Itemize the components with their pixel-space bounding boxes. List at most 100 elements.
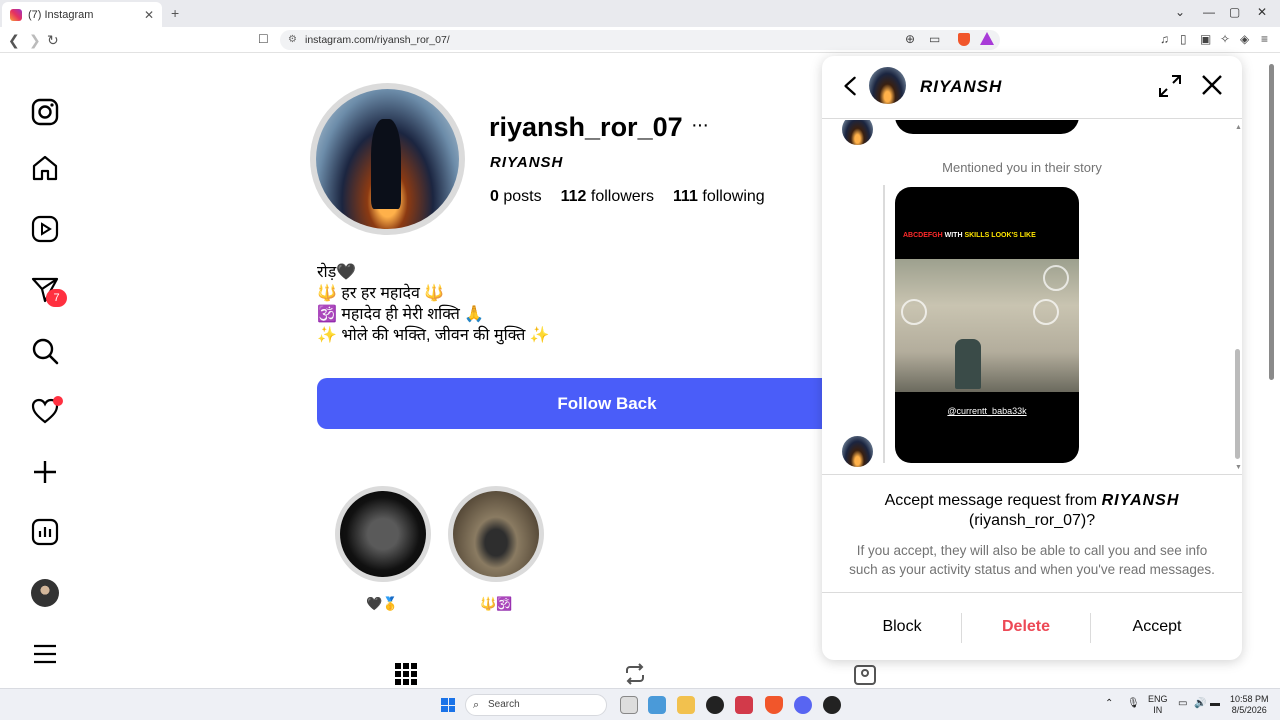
battery-icon[interactable]: ▬ bbox=[1210, 698, 1220, 709]
leo-ai-icon[interactable]: ✧ bbox=[1220, 32, 1230, 46]
back-arrow-icon[interactable] bbox=[840, 74, 862, 105]
request-description: If you accept, they will also be able to… bbox=[849, 543, 1215, 577]
profile-full-name: RIYANSH bbox=[490, 154, 564, 171]
story-highlight[interactable] bbox=[448, 486, 544, 582]
sender-avatar bbox=[842, 436, 873, 467]
reload-icon[interactable]: ↻ bbox=[47, 32, 59, 49]
clock[interactable]: 10:58 PM 8/5/2026 bbox=[1230, 694, 1269, 716]
conversation-area: Mentioned you in their story ABCDEFGH WI… bbox=[822, 120, 1242, 474]
profile-username: riyansh_ror_07 bbox=[489, 112, 683, 142]
posts-grid-icon[interactable] bbox=[394, 662, 418, 686]
following-stat[interactable]: 111 following bbox=[673, 188, 765, 206]
dashboard-icon[interactable] bbox=[30, 517, 60, 547]
app-icon[interactable] bbox=[823, 696, 841, 714]
story-preview[interactable]: ABCDEFGH WITH SKILLS LOOK'S LIKE @curren… bbox=[895, 187, 1079, 463]
back-icon[interactable]: ❮ bbox=[8, 32, 20, 49]
task-view-icon[interactable] bbox=[620, 696, 638, 714]
file-explorer-icon[interactable] bbox=[677, 696, 695, 714]
url-text: instagram.com/riyansh_ror_07/ bbox=[305, 34, 450, 46]
brave-browser-icon[interactable] bbox=[765, 696, 783, 714]
new-tab-icon[interactable]: + bbox=[171, 5, 179, 21]
dm-scrollbar[interactable]: ▲ ▼ bbox=[1235, 124, 1242, 474]
highlight-label: 🔱🕉️ bbox=[480, 596, 513, 611]
tab-search-icon[interactable]: ⌄ bbox=[1175, 5, 1185, 19]
story-game-screenshot bbox=[895, 259, 1079, 392]
bio-line: ✨ भोले की भक्ति, जीवन की मुक्ति ✨ bbox=[317, 327, 550, 344]
notifications-dot bbox=[53, 396, 63, 406]
app-icon[interactable] bbox=[735, 696, 753, 714]
page-scrollbar[interactable] bbox=[1268, 54, 1276, 686]
profile-avatar[interactable] bbox=[31, 579, 59, 607]
story-reply-line bbox=[883, 185, 885, 463]
tagged-icon[interactable] bbox=[853, 662, 877, 686]
followers-stat[interactable]: 112 followers bbox=[561, 188, 654, 206]
maximize-icon[interactable]: ▢ bbox=[1229, 5, 1240, 19]
message-request-panel: RIYANSH Mentioned you in their story ABC… bbox=[822, 56, 1242, 660]
wallet-icon[interactable]: ▣ bbox=[1200, 32, 1211, 46]
os-taskbar: ⌕ Search ⌃ 🎙 ENG IN ▭ 🔊 ▬ 10:58 PM 8/5/2… bbox=[0, 688, 1280, 720]
tray-overflow-icon[interactable]: ⌃ bbox=[1105, 698, 1113, 709]
profile-stats: 0 posts 112 followers 111 following bbox=[490, 188, 765, 206]
mention-notice: Mentioned you in their story bbox=[942, 160, 1102, 175]
dm-header: RIYANSH bbox=[822, 56, 1242, 119]
profile-picture[interactable] bbox=[316, 89, 459, 229]
instagram-favicon-icon bbox=[10, 8, 22, 21]
request-actions: Block Delete Accept bbox=[822, 592, 1242, 660]
dm-contact-name[interactable]: RIYANSH bbox=[920, 77, 1002, 97]
media-icon[interactable]: ♫ bbox=[1160, 32, 1169, 46]
story-highlight[interactable] bbox=[335, 486, 431, 582]
forward-icon[interactable]: ❯ bbox=[29, 32, 41, 49]
expand-icon[interactable] bbox=[1158, 74, 1182, 98]
menu-icon[interactable]: ≡ bbox=[1261, 32, 1268, 46]
discord-icon[interactable] bbox=[794, 696, 812, 714]
bio-line: रोड़🖤 bbox=[317, 264, 357, 281]
sender-avatar bbox=[842, 120, 873, 145]
address-bar-row: ❮ ❯ ↻ ☐ ⚙ instagram.com/riyansh_ror_07/ … bbox=[0, 27, 1280, 53]
accept-button[interactable]: Accept bbox=[1087, 593, 1227, 660]
volume-icon[interactable]: 🔊 bbox=[1194, 698, 1206, 709]
tab-title: (7) Instagram bbox=[28, 8, 94, 21]
sidebar-toggle-icon[interactable]: ▯ bbox=[1180, 32, 1187, 46]
more-menu-icon[interactable] bbox=[30, 639, 60, 669]
network-icon[interactable]: ▭ bbox=[1178, 698, 1187, 709]
story-mention-handle[interactable]: @currentt_baba33k bbox=[895, 406, 1079, 416]
story-caption: ABCDEFGH WITH SKILLS LOOK'S LIKE bbox=[903, 232, 1036, 239]
create-icon[interactable] bbox=[30, 457, 60, 487]
zoom-icon[interactable]: ⊕ bbox=[905, 32, 915, 46]
windows-start-icon[interactable] bbox=[441, 698, 455, 712]
home-icon[interactable] bbox=[30, 153, 60, 183]
profile-bio: रोड़🖤 🔱 हर हर महादेव 🔱 🕉️ महादेव ही मेरी… bbox=[317, 262, 550, 346]
window-close-icon[interactable]: ✕ bbox=[1257, 5, 1267, 19]
brave-shields-icon[interactable] bbox=[958, 33, 970, 46]
options-icon[interactable]: ··· bbox=[691, 114, 709, 137]
reels-icon[interactable] bbox=[30, 214, 60, 244]
brave-rewards-icon[interactable] bbox=[980, 32, 994, 45]
posts-stat: 0 posts bbox=[490, 188, 542, 205]
instagram-logo-icon[interactable] bbox=[30, 97, 60, 127]
search-icon: ⌕ bbox=[473, 699, 480, 711]
taskbar-search[interactable]: ⌕ Search bbox=[465, 694, 607, 716]
search-icon[interactable] bbox=[30, 336, 60, 366]
browser-tab[interactable]: (7) Instagram ✕ bbox=[2, 2, 162, 27]
follow-back-button[interactable]: Follow Back bbox=[317, 378, 897, 429]
language-indicator[interactable]: ENG IN bbox=[1148, 694, 1168, 716]
app-icon[interactable] bbox=[706, 696, 724, 714]
tab-close-icon[interactable]: ✕ bbox=[144, 8, 154, 22]
reposts-icon[interactable] bbox=[623, 662, 647, 686]
bio-line: 🔱 हर हर महादेव 🔱 bbox=[317, 285, 445, 302]
block-button[interactable]: Block bbox=[832, 593, 972, 660]
microphone-icon[interactable]: 🎙 bbox=[1127, 698, 1140, 709]
cast-icon[interactable]: ▭ bbox=[929, 32, 940, 46]
delete-button[interactable]: Delete bbox=[956, 593, 1096, 660]
close-icon[interactable] bbox=[1199, 72, 1225, 98]
vpn-icon[interactable]: ◈ bbox=[1240, 32, 1249, 46]
messages-badge: 7 bbox=[46, 289, 67, 307]
url-field[interactable]: ⚙ instagram.com/riyansh_ror_07/ bbox=[280, 30, 1000, 50]
dm-avatar[interactable] bbox=[869, 67, 906, 104]
widgets-icon[interactable] bbox=[648, 696, 666, 714]
site-info-icon[interactable]: ⚙ bbox=[288, 30, 297, 50]
request-title: Accept message request from RIYANSH (riy… bbox=[884, 492, 1180, 529]
bookmark-icon[interactable]: ☐ bbox=[258, 32, 269, 46]
minimize-icon[interactable]: — bbox=[1203, 5, 1215, 19]
previous-story-bubble[interactable] bbox=[895, 120, 1079, 134]
